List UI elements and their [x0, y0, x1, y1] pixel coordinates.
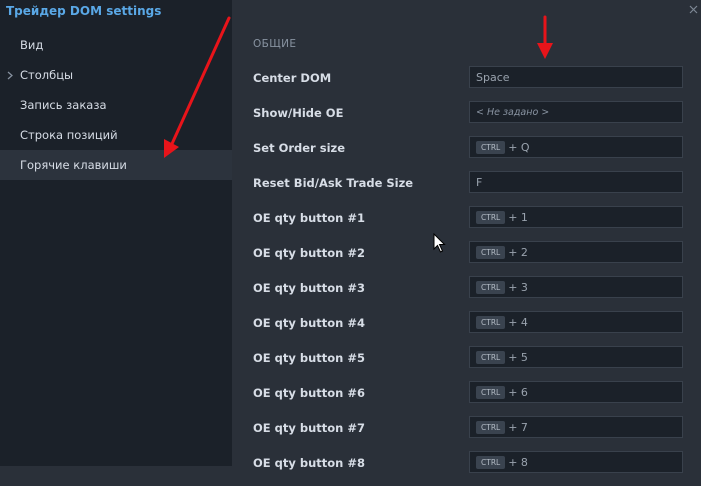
red-arrow-annotation	[537, 15, 553, 59]
